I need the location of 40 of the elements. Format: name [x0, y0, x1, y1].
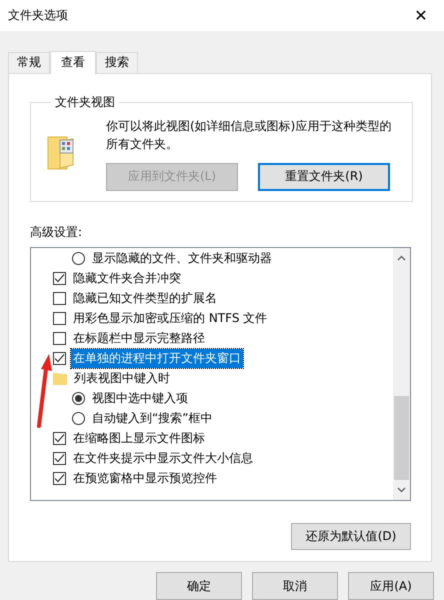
setting-label[interactable]: 视图中选中键入项	[90, 389, 190, 408]
setting-label[interactable]: 在缩略图上显示文件图标	[71, 429, 207, 448]
checkbox[interactable]	[53, 312, 66, 326]
checkbox[interactable]	[53, 272, 66, 286]
setting-label[interactable]: 自动键入到“搜索”框中	[90, 409, 214, 428]
setting-label[interactable]: 隐藏文件夹合并冲突	[71, 269, 183, 288]
ok-button[interactable]: 确定	[156, 572, 242, 600]
checkbox[interactable]	[53, 432, 66, 446]
restore-defaults-button[interactable]: 还原为默认值(D)	[291, 522, 411, 550]
setting-label[interactable]: 隐藏已知文件类型的扩展名	[71, 289, 219, 308]
setting-label[interactable]: 在文件夹提示中显示文件大小信息	[71, 449, 255, 468]
folder-icon	[47, 134, 74, 171]
tab[interactable]: 搜索	[96, 52, 138, 73]
checkbox[interactable]	[53, 332, 66, 346]
checkbox[interactable]	[53, 452, 66, 466]
scroll-down-icon[interactable]	[397, 486, 406, 493]
cancel-button[interactable]: 取消	[252, 572, 338, 600]
checkbox[interactable]	[53, 292, 66, 306]
group-title: 文件夹视图	[54, 94, 116, 111]
reset-folders-button[interactable]: 重置文件夹(R)	[258, 162, 390, 191]
tab[interactable]: 常规	[8, 52, 50, 73]
setting-label[interactable]: 在标题栏中显示完整路径	[71, 329, 207, 348]
setting-label[interactable]: 在预览窗格中显示预览控件	[71, 469, 219, 488]
setting-label[interactable]: 用彩色显示加密或压缩的 NTFS 文件	[71, 309, 270, 328]
radio-button[interactable]	[72, 392, 85, 406]
checkbox[interactable]	[53, 472, 66, 486]
setting-label[interactable]: 在单独的进程中打开文件夹窗口	[71, 349, 243, 368]
radio-button[interactable]	[72, 252, 85, 266]
folder-icon	[53, 372, 67, 386]
section-label: 高级设置:	[30, 224, 84, 241]
scrollbar[interactable]	[393, 248, 410, 500]
tab[interactable]: 查看	[50, 50, 96, 74]
scroll-up-icon[interactable]	[397, 254, 406, 261]
checkbox[interactable]	[53, 352, 66, 366]
description-text: 你可以将此视图(如详细信息或图标)应用于这种类型的所有文件夹。	[106, 118, 392, 153]
apply-button[interactable]: 应用(A)	[348, 572, 434, 600]
setting-label[interactable]: 显示隐藏的文件、文件夹和驱动器	[90, 249, 274, 268]
radio-button[interactable]	[72, 412, 85, 426]
window-title: 文件夹选项	[8, 7, 68, 24]
setting-label[interactable]: 列表视图中键入时	[72, 369, 172, 388]
